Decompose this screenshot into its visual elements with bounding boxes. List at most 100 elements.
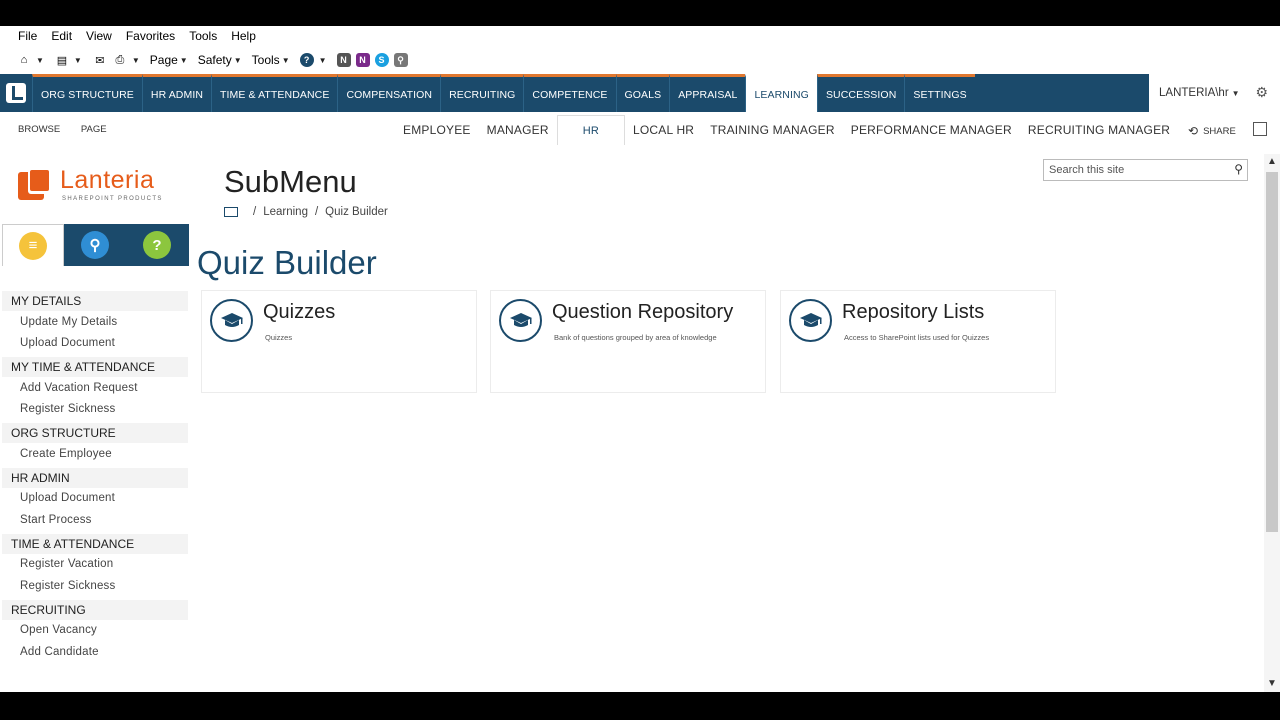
feeds-icon[interactable]: ▤ [54, 52, 70, 68]
onenote-icon[interactable]: N [336, 53, 351, 67]
chevron-down-icon[interactable]: ▼ [74, 56, 82, 65]
sidebar-item-register-vacation[interactable]: Register Vacation [2, 554, 188, 576]
sidebar-menu: MY DETAILS Update My Details Upload Docu… [2, 288, 188, 663]
tab-learning[interactable]: LEARNING [745, 74, 817, 112]
subnav-local-hr[interactable]: LOCAL HR [625, 115, 702, 145]
sidebar-tabs: ≡ ⚲ ? [2, 224, 189, 266]
user-menu[interactable]: LANTERIA\hr ▼ ⚙ [1149, 74, 1280, 112]
sidebar-item-upload-document[interactable]: Upload Document [2, 333, 188, 355]
share-button[interactable]: ⟲ SHARE [1188, 124, 1236, 138]
search-input[interactable]: Search this site ⚲ [1043, 159, 1248, 181]
sidebar-item-add-candidate[interactable]: Add Candidate [2, 641, 188, 663]
user-name: LANTERIA\hr [1159, 87, 1229, 99]
breadcrumb-learning[interactable]: Learning [263, 206, 308, 218]
tile-question-repository[interactable]: Question Repository Bank of questions gr… [490, 290, 766, 393]
tab-settings[interactable]: SETTINGS [904, 74, 975, 112]
tile-description: Quizzes [265, 333, 293, 342]
lanteria-logo[interactable]: Lanteria SHAREPOINT PRODUCTS [18, 166, 178, 206]
site-home-icon[interactable] [224, 207, 238, 217]
subnav-manager[interactable]: MANAGER [479, 115, 557, 145]
research-icon[interactable]: ⚲ [393, 53, 408, 67]
tile-title: Repository Lists [842, 301, 985, 323]
chevron-down-icon[interactable]: ▼ [319, 56, 327, 65]
graduation-cap-icon [499, 299, 542, 342]
home-icon[interactable]: ⌂ [16, 52, 32, 68]
ie-menu-bar: File Edit View Favorites Tools Help [0, 26, 1280, 46]
tab-search[interactable]: ⚲ [64, 224, 126, 266]
focus-content-icon[interactable] [1253, 122, 1267, 136]
print-icon[interactable]: ⎙ [112, 52, 128, 68]
menu-file[interactable]: File [18, 29, 37, 43]
tile-description: Bank of questions grouped by area of kno… [554, 333, 717, 342]
subnav-training-manager[interactable]: TRAINING MANAGER [702, 115, 843, 145]
menu-view[interactable]: View [86, 29, 112, 43]
tile-title: Quizzes [263, 301, 336, 323]
chevron-down-icon[interactable]: ▼ [132, 56, 140, 65]
menu-edit[interactable]: Edit [51, 29, 72, 43]
tile-quizzes[interactable]: Quizzes Quizzes [201, 290, 477, 393]
ie-command-bar: ⌂ ▼ ▤ ▼ ✉ ⎙ ▼ Page ▼ Safety ▼ Tools ▼ ? ▼ N N S… [0, 48, 1280, 72]
page-menu[interactable]: Page [150, 53, 178, 67]
sidebar-item-open-vacancy[interactable]: Open Vacancy [2, 620, 188, 642]
subnav-employee[interactable]: EMPLOYEE [395, 115, 479, 145]
tile-title: Question Repository [552, 301, 734, 323]
sidebar-item-register-sickness[interactable]: Register Sickness [2, 399, 188, 421]
group-time-attendance: TIME & ATTENDANCE [2, 533, 188, 554]
graduation-cap-icon [210, 299, 253, 342]
sidebar-item-create-employee[interactable]: Create Employee [2, 443, 188, 465]
search-icon: ⚲ [81, 231, 109, 259]
logo-tagline: SHAREPOINT PRODUCTS [62, 196, 163, 202]
sidebar-item-register-sickness[interactable]: Register Sickness [2, 575, 188, 597]
tab-goals[interactable]: GOALS [615, 74, 670, 112]
tab-menu[interactable]: ≡ [2, 224, 64, 266]
breadcrumb-separator: / [253, 206, 257, 218]
tab-compensation[interactable]: COMPENSATION [337, 74, 441, 112]
skype-icon[interactable]: S [374, 53, 389, 67]
menu-help[interactable]: Help [231, 29, 256, 43]
tools-menu[interactable]: Tools [252, 53, 280, 67]
search-icon[interactable]: ⚲ [1234, 162, 1243, 176]
safety-menu[interactable]: Safety [198, 53, 232, 67]
top-navigation: ORG STRUCTURE HR ADMIN TIME & ATTENDANCE… [0, 74, 1280, 112]
scroll-up-icon[interactable]: ▲ [1264, 154, 1280, 170]
tab-help[interactable]: ? [126, 224, 188, 266]
help-icon[interactable]: ? [299, 53, 314, 67]
tab-recruiting[interactable]: RECRUITING [440, 74, 524, 112]
chevron-down-icon[interactable]: ▼ [36, 56, 44, 65]
tab-succession[interactable]: SUCCESSION [816, 74, 905, 112]
scroll-down-icon[interactable]: ▼ [1264, 676, 1280, 692]
ribbon: BROWSE PAGE EMPLOYEE MANAGER HR LOCAL HR… [0, 112, 1280, 148]
sidebar-item-start-process[interactable]: Start Process [2, 509, 188, 531]
tab-org-structure[interactable]: ORG STRUCTURE [32, 74, 142, 112]
ribbon-page[interactable]: PAGE [81, 124, 107, 135]
tab-hr-admin[interactable]: HR ADMIN [141, 74, 212, 112]
sidebar-item-add-vacation-request[interactable]: Add Vacation Request [2, 377, 188, 399]
gear-icon[interactable]: ⚙ [1255, 84, 1268, 101]
logo-name: Lanteria [60, 166, 155, 194]
vertical-scrollbar[interactable]: ▲ ▼ [1264, 154, 1280, 692]
ribbon-browse[interactable]: BROWSE [18, 124, 60, 135]
scroll-thumb[interactable] [1266, 172, 1278, 532]
role-subnav: EMPLOYEE MANAGER HR LOCAL HR TRAINING MA… [395, 112, 1178, 148]
tab-appraisal[interactable]: APPRAISAL [669, 74, 746, 112]
share-icon: ⟲ [1188, 124, 1199, 138]
subnav-hr[interactable]: HR [556, 115, 625, 145]
subnav-performance-manager[interactable]: PERFORMANCE MANAGER [843, 115, 1020, 145]
help-icon: ? [143, 231, 171, 259]
tile-repository-lists[interactable]: Repository Lists Access to SharePoint li… [780, 290, 1056, 393]
breadcrumb-quiz-builder: Quiz Builder [325, 206, 388, 218]
mail-icon[interactable]: ✉ [92, 52, 108, 68]
menu-favorites[interactable]: Favorites [126, 29, 175, 43]
sidebar-item-upload-document[interactable]: Upload Document [2, 488, 188, 510]
app-launcher-icon[interactable] [0, 74, 32, 112]
chevron-down-icon: ▼ [179, 55, 188, 65]
sidebar-item-update-my-details[interactable]: Update My Details [2, 311, 188, 333]
tab-time-attendance[interactable]: TIME & ATTENDANCE [211, 74, 338, 112]
group-recruiting: RECRUITING [2, 599, 188, 620]
page-title: SubMenu [224, 164, 357, 199]
menu-tools[interactable]: Tools [189, 29, 217, 43]
subnav-recruiting-manager[interactable]: RECRUITING MANAGER [1020, 115, 1178, 145]
tab-competence[interactable]: COMPETENCE [523, 74, 616, 112]
ribbon-tabs: BROWSE PAGE [18, 124, 125, 135]
onenote-linked-icon[interactable]: N [355, 53, 370, 67]
